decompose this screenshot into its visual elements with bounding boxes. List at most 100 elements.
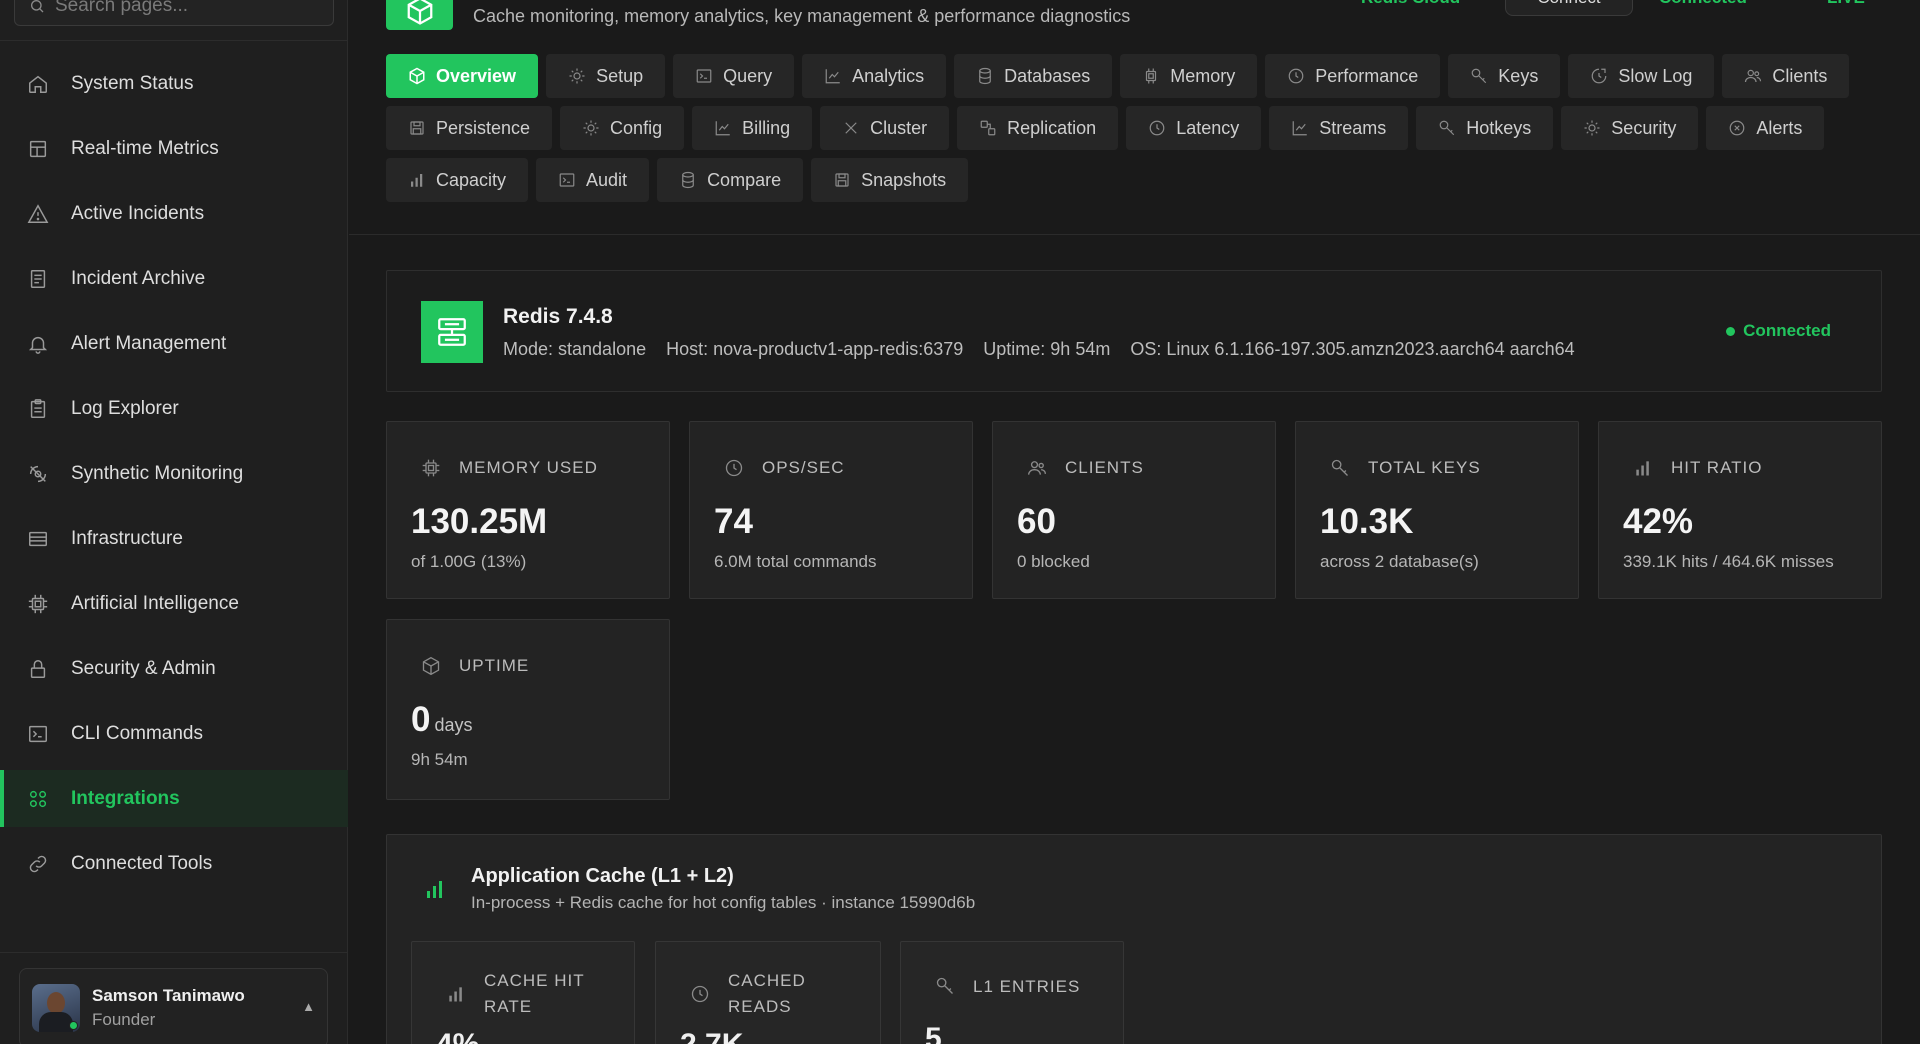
bar-chart-icon [427,881,442,898]
tab-analytics[interactable]: Analytics [802,54,947,98]
tab-label: Alerts [1756,117,1803,138]
key-icon [1439,120,1455,136]
tab-label: Compare [707,169,782,190]
terminal-icon [29,725,47,742]
tab-query[interactable]: Query [673,54,795,98]
header-actions: Redis Cloud Connect Connected LIVE [349,0,1920,18]
tab-persistence[interactable]: Persistence [386,106,553,150]
cpu-icon [422,459,440,477]
search-input[interactable] [55,0,315,17]
server-host: Host: nova-productv1-app-redis:6379 [666,339,964,359]
stat-ops-sec: OPS/SEC 74 6.0M total commands [689,421,973,599]
tab-slow-log[interactable]: Slow Log [1568,54,1715,98]
mini-label: CACHED READS [728,971,806,1016]
tab-label: Overview [436,65,517,86]
stat-memory-used: MEMORY USED 130.25M of 1.00G (13%) [386,421,670,599]
users-icon [1028,461,1046,475]
cached-reads-card: CACHEDREADS 2.7K [655,941,881,1044]
tab-performance[interactable]: Performance [1265,54,1441,98]
server-icon [29,531,47,546]
sidebar-item-realtime-metrics[interactable]: Real-time Metrics [0,120,348,177]
sidebar-item-alert-management[interactable]: Alert Management [0,315,348,372]
server-info-card: Redis 7.4.8 Mode: standalone Host: nova-… [386,270,1882,392]
tab-label: Audit [586,169,628,190]
tab-billing[interactable]: Billing [692,106,813,150]
avatar [32,984,80,1032]
tab-clients[interactable]: Clients [1722,54,1850,98]
tab-compare[interactable]: Compare [657,158,804,202]
sidebar-divider [0,40,348,41]
connection-status: Connected [1659,0,1747,8]
sidebar-item-label: Synthetic Monitoring [71,462,244,484]
clock-icon [691,985,709,1003]
mini-label: CACHE HIT RATE [484,971,585,1016]
stat-hit-ratio: HIT RATIO 42% 339.1K hits / 464.6K misse… [1598,421,1882,599]
tab-label: Slow Log [1618,65,1693,86]
sidebar-item-label: Incident Archive [71,267,206,289]
l1-entries-card: L1 ENTRIES 5 [900,941,1124,1044]
sidebar-item-security-admin[interactable]: Security & Admin [0,640,348,697]
tab-hotkeys[interactable]: Hotkeys [1416,106,1554,150]
archive-icon [30,269,46,288]
search-box[interactable] [14,0,334,26]
status-label: Connected [1743,321,1831,340]
stat-clients: CLIENTS 60 0 blocked [992,421,1276,599]
stat-value: 74 [714,502,753,541]
sun-icon [1584,120,1600,136]
sidebar-item-system-status[interactable]: System Status [0,55,348,112]
tab-keys[interactable]: Keys [1448,54,1561,98]
stat-value: 60 [1017,502,1056,541]
clipboard-icon [30,398,46,418]
tab-snapshots[interactable]: Snapshots [811,158,969,202]
tab-label: Clients [1772,65,1828,86]
user-menu[interactable]: Samson Tanimawo Founder ▲ [19,968,328,1044]
tab-latency[interactable]: Latency [1126,106,1262,150]
mini-value: 5 [925,1022,942,1044]
stat-sub: across 2 database(s) [1320,552,1479,571]
connect-button[interactable]: Connect [1505,0,1633,16]
sidebar-item-infrastructure[interactable]: Infrastructure [0,510,348,567]
tab-streams[interactable]: Streams [1269,106,1409,150]
clock-icon [725,459,743,477]
terminal-icon [696,69,712,83]
tab-memory[interactable]: Memory [1120,54,1258,98]
sidebar-item-cli-commands[interactable]: CLI Commands [0,705,348,762]
tab-cluster[interactable]: Cluster [820,106,950,150]
stat-label: HIT RATIO [1671,458,1763,477]
sidebar-item-synthetic-monitoring[interactable]: Synthetic Monitoring [0,445,348,502]
lock-icon [30,659,46,678]
tab-overview[interactable]: Overview [386,54,539,98]
tab-setup[interactable]: Setup [546,54,666,98]
tab-databases[interactable]: Databases [954,54,1113,98]
key-icon [936,977,953,994]
tab-replication[interactable]: Replication [957,106,1119,150]
user-role: Founder [92,1010,156,1029]
line-chart-icon [715,121,730,136]
stat-label: UPTIME [459,656,530,675]
server-uptime: Uptime: 9h 54m [983,339,1111,359]
sidebar-item-integrations[interactable]: Integrations [0,770,348,827]
sidebar-item-log-explorer[interactable]: Log Explorer [0,380,348,437]
stat-uptime: UPTIME 0 days 9h 54m [386,619,670,800]
tab-label: Memory [1170,65,1236,86]
sidebar-item-label: System Status [71,72,194,94]
clock-icon [1288,68,1304,84]
tab-capacity[interactable]: Capacity [386,158,529,202]
sidebar-item-connected-tools[interactable]: Connected Tools [0,835,348,892]
tab-alerts[interactable]: Alerts [1706,106,1825,150]
stat-sub: 9h 54m [411,750,468,769]
x-circle-icon [1729,120,1745,136]
tab-audit[interactable]: Audit [536,158,650,202]
stat-sub: 6.0M total commands [714,552,877,571]
sidebar-item-active-incidents[interactable]: Active Incidents [0,185,348,242]
tab-config[interactable]: Config [560,106,685,150]
sidebar-item-artificial-intelligence[interactable]: Artificial Intelligence [0,575,348,632]
cloud-badge: Redis Cloud [1361,0,1460,8]
sidebar-item-incident-archive[interactable]: Incident Archive [0,250,348,307]
tab-label: Replication [1007,117,1097,138]
tab-label: Cluster [870,117,928,138]
key-icon [1471,68,1487,84]
stat-label: MEMORY USED [459,458,598,477]
tab-security[interactable]: Security [1561,106,1699,150]
stat-total-keys: TOTAL KEYS 10.3K across 2 database(s) [1295,421,1579,599]
